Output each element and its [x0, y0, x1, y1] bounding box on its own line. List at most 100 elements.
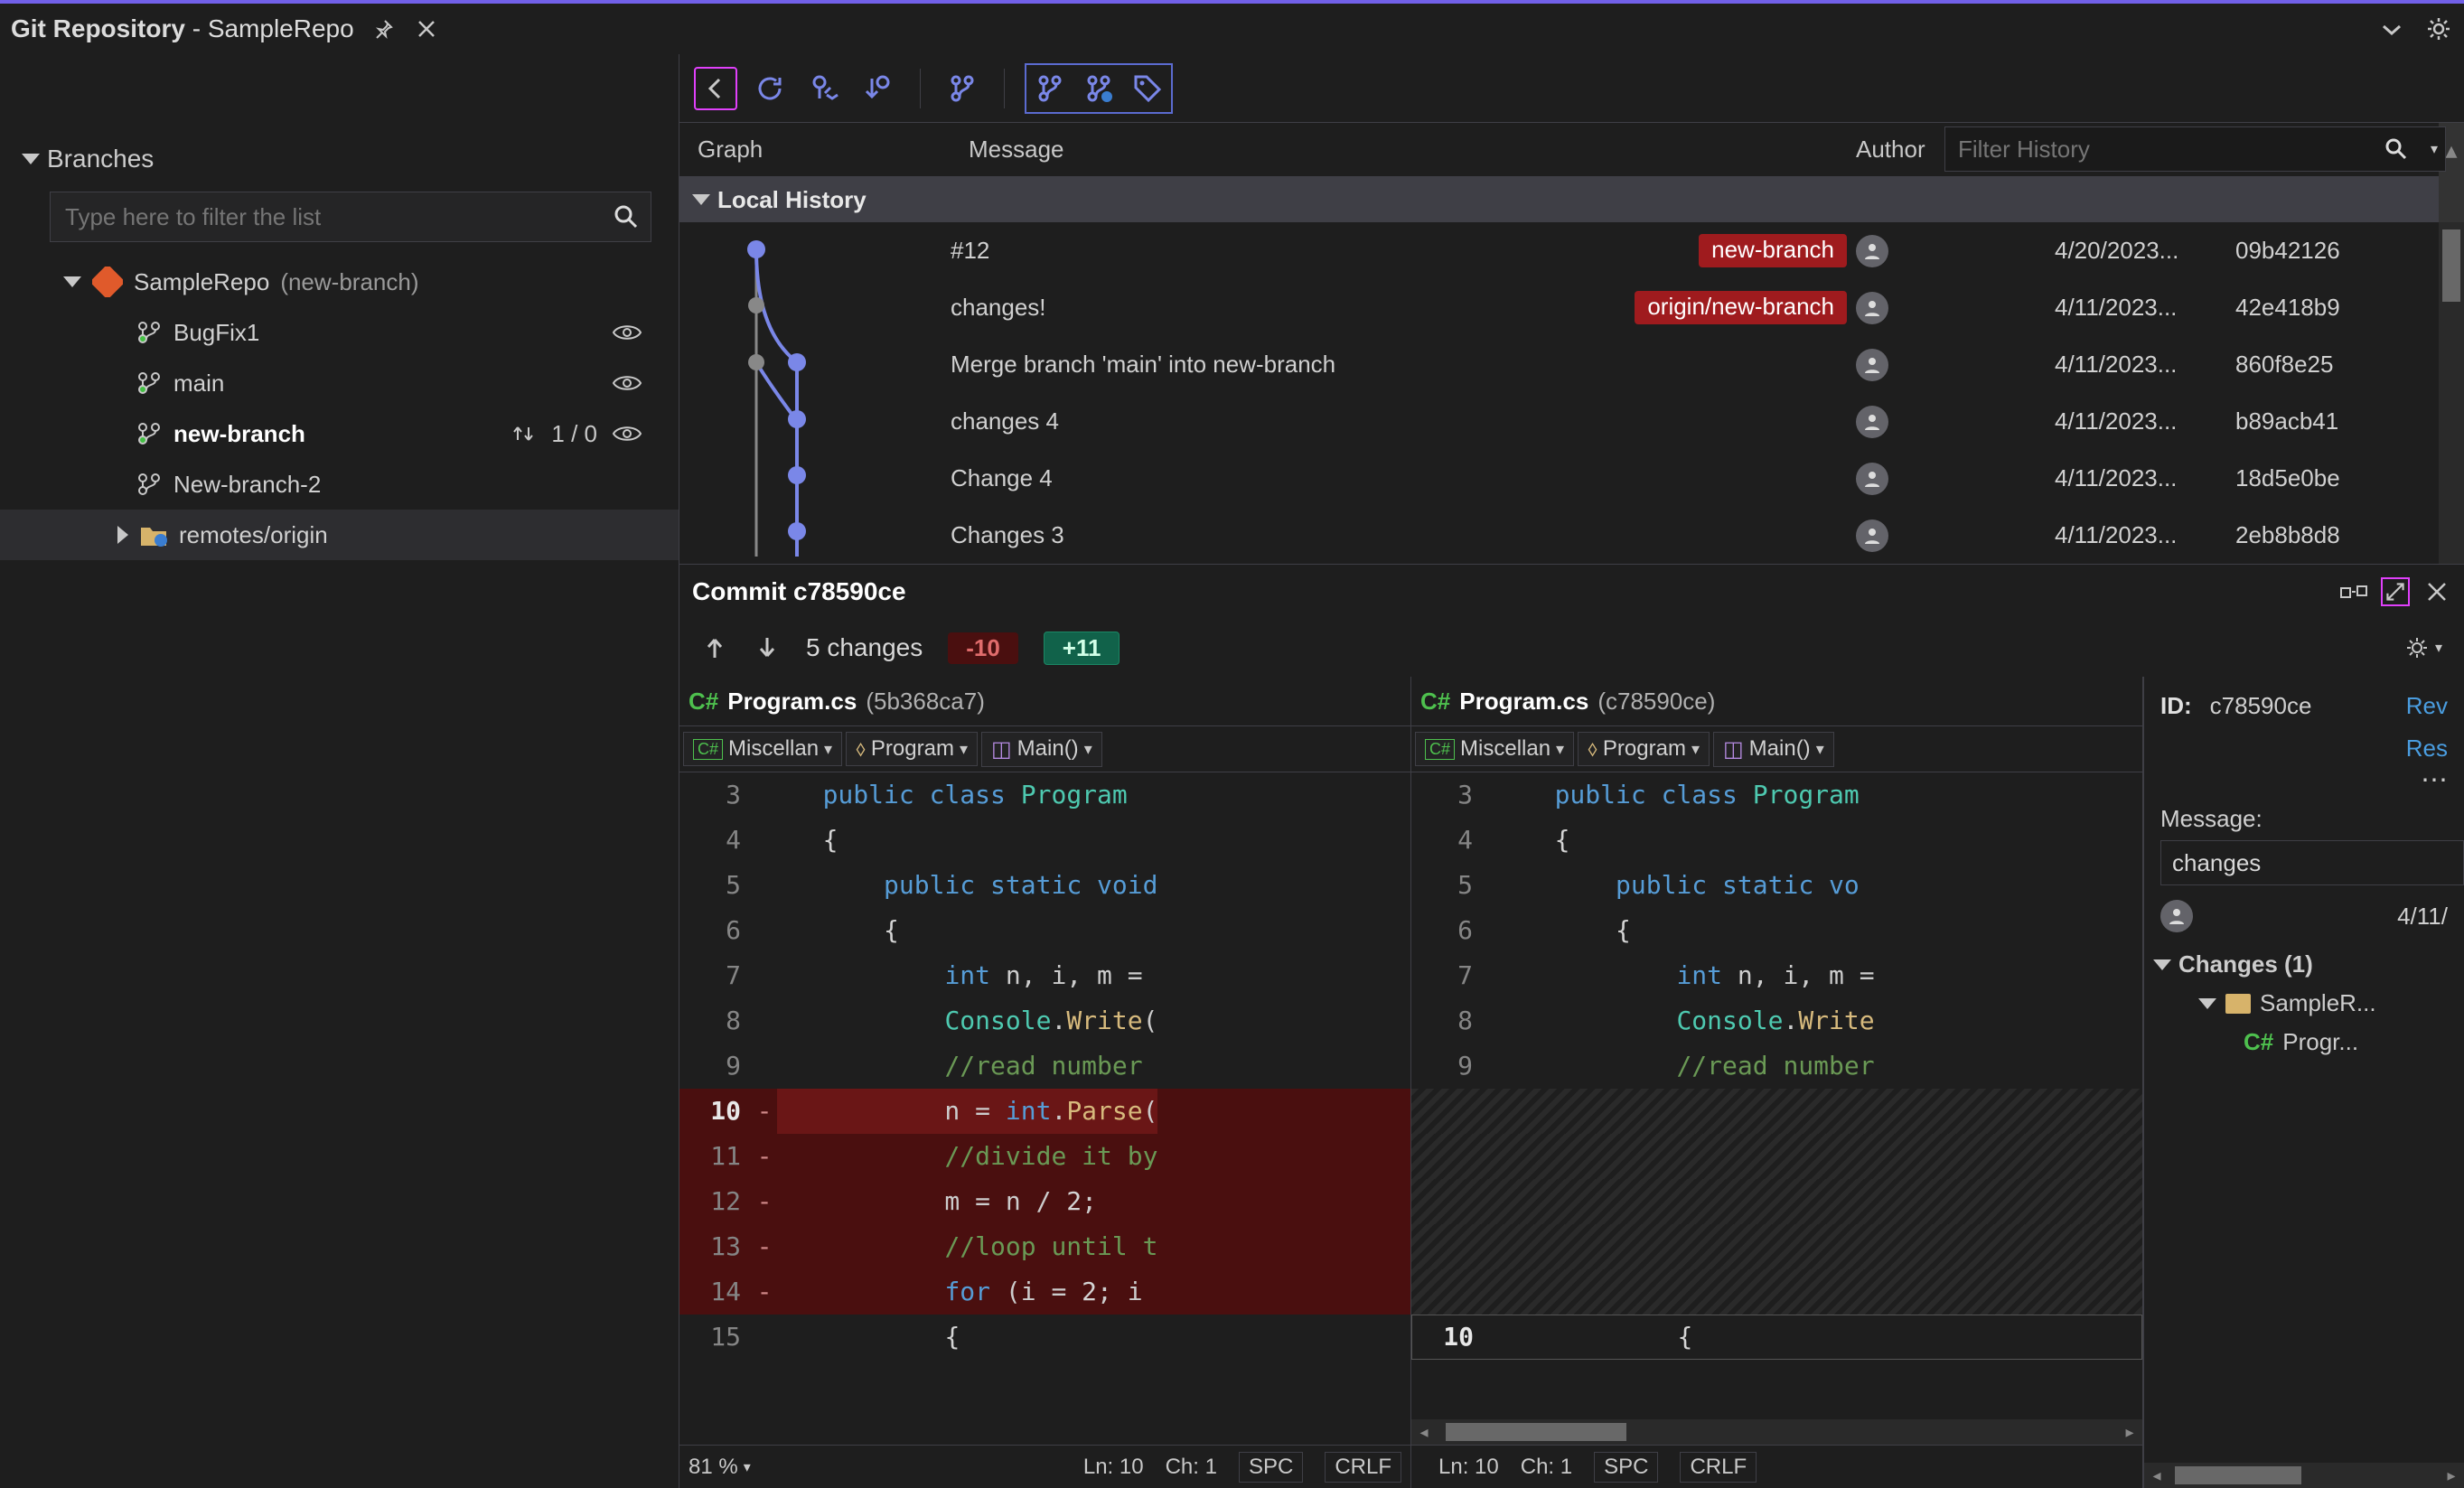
close-icon[interactable]: [2422, 577, 2451, 606]
changes-count: 5 changes: [806, 633, 923, 662]
watch-icon[interactable]: [612, 424, 642, 444]
search-icon[interactable]: [2384, 136, 2409, 162]
window-menu-icon[interactable]: [2377, 14, 2406, 43]
horizontal-scrollbar[interactable]: ◂▸: [2144, 1463, 2464, 1488]
id-label: ID:: [2160, 692, 2192, 720]
lang-badge: C#: [689, 688, 718, 716]
vertical-scrollbar[interactable]: [2439, 222, 2464, 564]
commit-title: Commit c78590ce: [692, 577, 2327, 606]
tags-button[interactable]: [1126, 67, 1169, 110]
chevron-down-icon: [22, 154, 40, 164]
back-button[interactable]: [694, 67, 737, 110]
line-ending[interactable]: CRLF: [1680, 1452, 1757, 1483]
breadcrumb: C#Miscellan▾ ⬨Program▾ ◫Main()▾: [1411, 725, 2142, 772]
changes-file[interactable]: C# Progr...: [2144, 1023, 2464, 1062]
watch-icon[interactable]: [612, 373, 642, 393]
branch-icon: [136, 370, 163, 397]
sidebar: Branches SampleRepo (new-branch) BugFix1: [0, 54, 679, 1488]
csharp-icon: C#: [2244, 1028, 2273, 1056]
code-left[interactable]: 3 public class Program 4 { 5 public stat…: [679, 772, 1410, 1445]
branch-item-bugfix1[interactable]: BugFix1: [0, 307, 679, 358]
branch-button[interactable]: [941, 67, 984, 110]
commit-meta-panel: ID: c78590ce Rev Res ⋯ Message: changes: [2143, 677, 2464, 1488]
remote-branches-button[interactable]: [1077, 67, 1120, 110]
branches-section-header[interactable]: Branches: [0, 123, 679, 182]
cursor-col[interactable]: Ch: 1: [1166, 1455, 1217, 1480]
local-branches-button[interactable]: [1028, 67, 1072, 110]
settings-gear-icon[interactable]: [2424, 14, 2453, 43]
branch-tag: origin/new-branch: [1635, 291, 1847, 324]
history-filter-input[interactable]: [1945, 127, 2445, 171]
commit-row[interactable]: changes!origin/new-branch 4/11/2023... 4…: [951, 279, 2439, 336]
diff-left-pane: C# Program.cs (5b368ca7) C#Miscellan▾ ⬨P…: [679, 677, 1411, 1488]
prev-change-button[interactable]: [701, 634, 728, 661]
file-hash: (c78590ce): [1597, 688, 1715, 716]
repo-tree-root[interactable]: SampleRepo (new-branch): [0, 257, 679, 307]
cursor-line[interactable]: Ln: 10: [1083, 1455, 1144, 1480]
next-change-button[interactable]: [754, 634, 781, 661]
zoom-level[interactable]: 81 %▾: [689, 1455, 751, 1480]
compare-icon[interactable]: [2339, 577, 2368, 606]
local-history-header[interactable]: Local History: [679, 177, 2439, 222]
whitespace-mode[interactable]: SPC: [1239, 1452, 1303, 1483]
whitespace-mode[interactable]: SPC: [1594, 1452, 1658, 1483]
commit-row[interactable]: Changes 3 4/11/2023... 2eb8b8d8: [951, 507, 2439, 564]
more-icon[interactable]: ⋯: [2144, 763, 2464, 798]
avatar-icon: [1856, 235, 1888, 267]
cursor-col[interactable]: Ch: 1: [1521, 1455, 1572, 1480]
branch-icon: [136, 319, 163, 346]
code-right[interactable]: 3 public class Program 4 { 5 public stat…: [1411, 772, 2142, 1419]
crumb-method[interactable]: ◫Main()▾: [1713, 732, 1834, 767]
remotes-item[interactable]: remotes/origin: [0, 510, 679, 560]
watch-icon[interactable]: [612, 323, 642, 342]
branch-filter-input[interactable]: [51, 192, 651, 241]
commit-date: 4/11/: [2397, 903, 2448, 931]
commit-row[interactable]: Change 4 4/11/2023... 18d5e0be: [951, 450, 2439, 507]
history-filter[interactable]: ▾: [1944, 126, 2446, 172]
commit-row[interactable]: changes 4 4/11/2023... b89acb41: [951, 393, 2439, 450]
changes-tree-header[interactable]: Changes (1): [2144, 938, 2464, 984]
added-count: +11: [1044, 632, 1120, 665]
crumb-project[interactable]: C#Miscellan▾: [683, 732, 842, 766]
branch-item-new-branch-2[interactable]: New-branch-2: [0, 459, 679, 510]
diff-settings-button[interactable]: ▾: [2404, 635, 2442, 660]
commit-row[interactable]: Merge branch 'main' into new-branch 4/11…: [951, 336, 2439, 393]
pull-button[interactable]: [857, 67, 900, 110]
branch-tag: new-branch: [1699, 234, 1847, 267]
col-message[interactable]: Message: [969, 136, 1856, 164]
maximize-button[interactable]: [2381, 577, 2410, 606]
id-value: c78590ce: [2210, 692, 2312, 720]
file-hash: (5b368ca7): [866, 688, 985, 716]
revert-link[interactable]: Rev: [2406, 692, 2448, 720]
folder-icon: [2225, 994, 2251, 1014]
chevron-down-icon[interactable]: ▾: [2431, 140, 2438, 158]
branch-item-new-branch[interactable]: new-branch 1 / 0: [0, 408, 679, 459]
crumb-project[interactable]: C#Miscellan▾: [1415, 732, 1574, 766]
pin-icon[interactable]: [369, 14, 398, 43]
refresh-button[interactable]: [748, 67, 792, 110]
chevron-down-icon: [2198, 998, 2216, 1009]
ahead-behind-icon: [510, 420, 537, 447]
horizontal-scrollbar[interactable]: ◂▸: [1411, 1419, 2142, 1445]
removed-count: -10: [948, 632, 1018, 664]
chevron-down-icon: [692, 194, 710, 205]
crumb-class[interactable]: ⬨Program▾: [846, 732, 978, 766]
col-graph[interactable]: Graph: [698, 136, 969, 164]
fetch-button[interactable]: [802, 67, 846, 110]
changes-folder[interactable]: SampleR...: [2144, 984, 2464, 1023]
commit-row[interactable]: #12new-branch 4/20/2023... 09b42126: [951, 222, 2439, 279]
breadcrumb: C#Miscellan▾ ⬨Program▾ ◫Main()▾: [679, 725, 1410, 772]
reset-link[interactable]: Res: [2406, 735, 2448, 762]
window-title-prefix: Git Repository: [11, 14, 185, 42]
crumb-method[interactable]: ◫Main()▾: [981, 732, 1102, 767]
search-icon[interactable]: [613, 203, 640, 230]
window-title-repo: SampleRepo: [208, 14, 354, 42]
line-ending[interactable]: CRLF: [1325, 1452, 1401, 1483]
close-panel-icon[interactable]: [412, 14, 441, 43]
branch-filter[interactable]: [50, 192, 651, 242]
crumb-class[interactable]: ⬨Program▾: [1578, 732, 1710, 766]
message-label: Message:: [2144, 798, 2464, 837]
repo-icon: [92, 267, 123, 297]
cursor-line[interactable]: Ln: 10: [1438, 1455, 1499, 1480]
branch-item-main[interactable]: main: [0, 358, 679, 408]
